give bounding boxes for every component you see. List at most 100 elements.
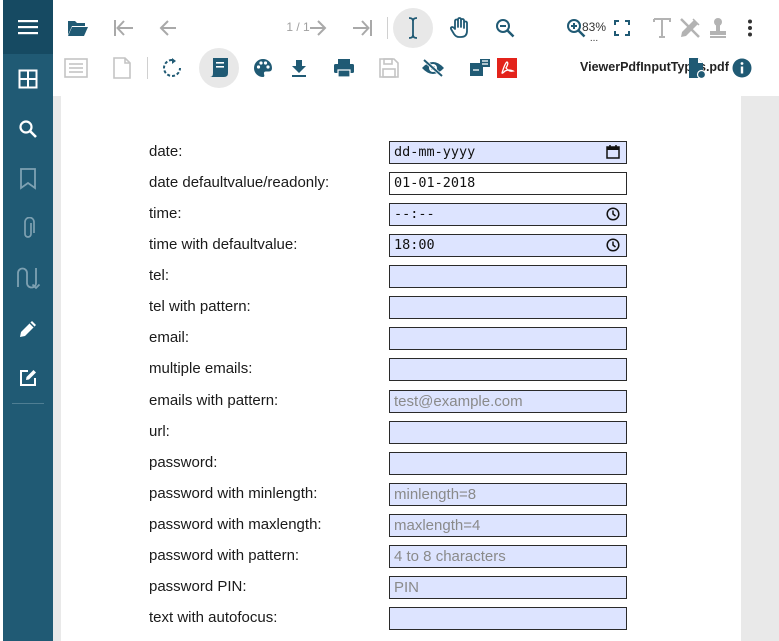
text-input[interactable]: 4 to 8 characters — [389, 545, 627, 568]
fullscreen-icon — [614, 20, 630, 36]
thumbnails-icon — [18, 69, 38, 89]
input-value: 01-01-2018 — [394, 175, 476, 191]
arrow-right-icon — [310, 20, 327, 36]
last-page-button[interactable] — [348, 14, 378, 42]
input-value: dd-mm-yyyy — [394, 144, 476, 160]
sidebar-divider — [12, 403, 44, 404]
pencil-ruler-icon — [680, 18, 700, 38]
field-label: password with pattern: — [149, 547, 300, 564]
toolbar-divider — [387, 17, 388, 39]
calendar-icon[interactable] — [606, 145, 620, 166]
field-label: password with maxlength: — [149, 516, 322, 533]
sidebar-articles-button[interactable] — [3, 258, 53, 298]
form-fields-icon — [470, 59, 490, 76]
input-placeholder: test@example.com — [394, 393, 523, 410]
stamp-icon — [710, 18, 726, 38]
input-value: 18:00 — [394, 237, 435, 253]
print-button[interactable] — [329, 54, 359, 82]
text-input[interactable] — [389, 607, 627, 630]
input-placeholder: minlength=8 — [394, 486, 477, 503]
sidebar-toggle-button[interactable] — [3, 0, 53, 54]
view-mode-button[interactable] — [199, 48, 239, 88]
pan-tool-button[interactable] — [445, 14, 475, 42]
sidebar-form-edit-button[interactable] — [3, 358, 53, 398]
stamp-tool-button[interactable] — [705, 14, 731, 42]
fullscreen-button[interactable] — [607, 14, 637, 42]
text-input[interactable] — [389, 265, 627, 288]
about-button[interactable] — [727, 54, 757, 82]
eye-off-icon — [422, 58, 444, 78]
save-button[interactable] — [374, 54, 404, 82]
sidebar-search-button[interactable] — [3, 109, 53, 149]
input-placeholder: maxlength=4 — [394, 517, 481, 534]
form-edit-icon — [20, 370, 36, 386]
field-label: password with minlength: — [149, 485, 318, 502]
add-text-annotation-button[interactable] — [649, 14, 675, 42]
more-vertical-icon — [748, 19, 752, 37]
field-label: password PIN: — [149, 578, 247, 595]
theme-button[interactable] — [248, 54, 278, 82]
text-input[interactable]: test@example.com — [389, 390, 627, 413]
rotate-icon — [163, 58, 181, 77]
field-label: text with autofocus: — [149, 609, 278, 626]
time-input[interactable]: 18:00 — [389, 234, 627, 257]
date-input[interactable]: dd-mm-yyyy — [389, 141, 627, 164]
text-input[interactable] — [389, 421, 627, 444]
sidebar-panel-button[interactable] — [61, 54, 91, 82]
text-input[interactable] — [389, 358, 627, 381]
first-page-button[interactable] — [108, 14, 138, 42]
sidebar-draw-button[interactable] — [3, 309, 53, 349]
previous-page-button[interactable] — [153, 14, 183, 42]
field-label: emails with pattern: — [149, 392, 279, 409]
text-select-tool-button[interactable] — [393, 8, 433, 48]
folder-open-icon — [68, 21, 88, 36]
info-icon — [732, 58, 752, 78]
save-icon — [379, 58, 399, 78]
more-options-button[interactable] — [739, 14, 761, 42]
arrow-left-icon — [159, 20, 176, 36]
last-page-icon — [353, 20, 372, 36]
sidebar-attachments-button[interactable] — [3, 209, 53, 249]
text-input[interactable]: PIN — [389, 576, 627, 599]
text-input[interactable] — [389, 327, 627, 350]
time-input[interactable]: --:-- — [389, 203, 627, 226]
draw-tool-button[interactable] — [677, 14, 703, 42]
single-page-button[interactable] — [107, 54, 137, 82]
zoom-in-button[interactable] — [561, 14, 591, 42]
menu-icon — [18, 20, 38, 35]
rotate-button[interactable] — [157, 54, 187, 82]
field-label: url: — [149, 423, 170, 440]
text-input[interactable] — [389, 452, 627, 475]
text-input[interactable]: minlength=8 — [389, 483, 627, 506]
input-placeholder: 4 to 8 characters — [394, 548, 506, 565]
open-file-button[interactable] — [63, 14, 93, 42]
field-label: tel with pattern: — [149, 298, 251, 315]
next-page-button[interactable] — [303, 14, 333, 42]
sidebar-bookmarks-button[interactable] — [3, 159, 53, 199]
sidebar-thumbnails-button[interactable] — [3, 59, 53, 99]
document-info-icon — [689, 58, 706, 79]
sidebar — [3, 0, 53, 641]
field-label: date: — [149, 143, 183, 160]
pdf-page: date: dd-mm-yyyy date defaultvalue/readonl… — [61, 96, 741, 641]
field-label: password: — [149, 454, 218, 471]
field-label: multiple emails: — [149, 360, 253, 377]
clock-icon[interactable] — [606, 207, 620, 228]
zoom-out-button[interactable] — [490, 14, 520, 42]
zoom-in-icon — [567, 19, 586, 38]
toggle-annotations-button[interactable] — [418, 54, 448, 82]
zoom-out-icon — [496, 19, 515, 38]
date-input[interactable]: 01-01-2018 — [389, 172, 627, 195]
document-properties-button[interactable] — [682, 54, 712, 82]
form-fields-button[interactable] — [465, 54, 495, 82]
field-label: email: — [149, 329, 190, 346]
download-button[interactable] — [284, 54, 314, 82]
document-viewer[interactable]: date: dd-mm-yyyy date defaultvalue/readonl… — [53, 96, 779, 641]
input-placeholder: PIN — [394, 579, 420, 596]
field-label: tel: — [149, 267, 170, 284]
text-input[interactable]: maxlength=4 — [389, 514, 627, 537]
clock-icon[interactable] — [606, 238, 620, 259]
text-input[interactable] — [389, 296, 627, 319]
palette-icon — [254, 59, 272, 77]
print-icon — [334, 59, 354, 78]
